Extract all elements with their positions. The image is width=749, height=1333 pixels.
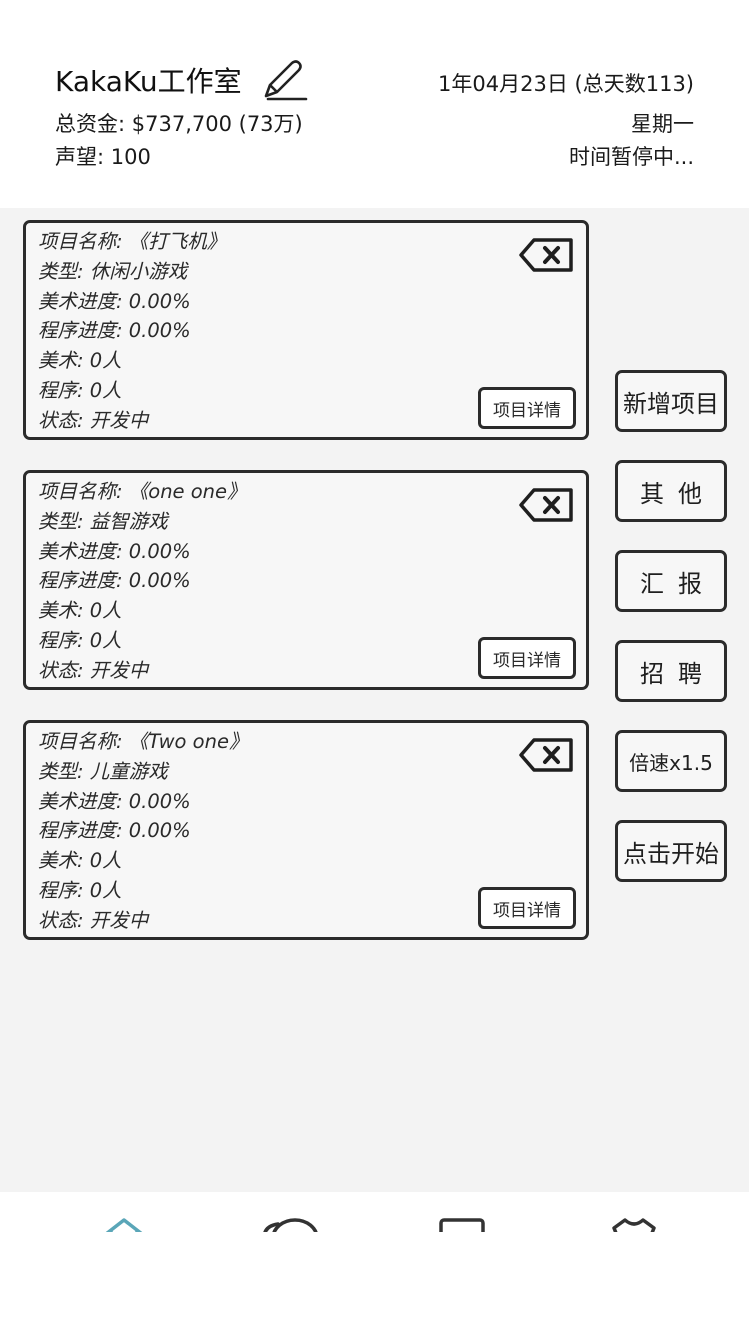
new-project-button[interactable]: 新增项目: [615, 370, 727, 432]
home-icon: [105, 1218, 142, 1232]
project-card: 项目名称: 《one one》 类型: 益智游戏 美术进度: 0.00% 程序进…: [23, 470, 589, 690]
project-card: 项目名称: 《打飞机》 类型: 休闲小游戏 美术进度: 0.00% 程序进度: …: [23, 220, 589, 440]
bottom-nav: [0, 1192, 749, 1333]
project-type: 类型: 儿童游戏: [38, 759, 168, 783]
programmer-count: 程序: 0人: [38, 628, 122, 652]
start-button[interactable]: 点击开始: [615, 820, 727, 882]
code-progress: 程序进度: 0.00%: [38, 819, 191, 843]
project-detail-button[interactable]: 项目详情: [478, 637, 576, 679]
artist-count: 美术: 0人: [38, 599, 122, 623]
time-status: 时间暂停中...: [568, 145, 694, 169]
art-progress: 美术进度: 0.00%: [38, 539, 191, 563]
backspace-delete-icon[interactable]: [518, 485, 576, 525]
report-button[interactable]: 汇报: [615, 550, 727, 612]
artist-count: 美术: 0人: [38, 849, 122, 873]
project-info: 项目名称: 《打飞机》 类型: 休闲小游戏 美术进度: 0.00% 程序进度: …: [38, 227, 226, 436]
artist-count: 美术: 0人: [38, 349, 122, 373]
studio-name: KakaKu工作室: [55, 65, 242, 98]
chat-bubble-icon: [262, 1218, 318, 1232]
nav-tab-laptop[interactable]: [368, 1192, 555, 1232]
project-name: 项目名称: 《Two one》: [38, 730, 249, 753]
shirt-icon: [611, 1218, 656, 1232]
nav-tab-shirt[interactable]: [540, 1192, 727, 1232]
project-card: 项目名称: 《Two one》 类型: 儿童游戏 美术进度: 0.00% 程序进…: [23, 720, 589, 940]
art-progress: 美术进度: 0.00%: [38, 289, 191, 313]
project-info: 项目名称: 《one one》 类型: 益智游戏 美术进度: 0.00% 程序进…: [38, 477, 247, 686]
programmer-count: 程序: 0人: [38, 878, 122, 902]
status-header: KakaKu工作室 总资金: $737,700 (73万) 声望: 100 1年…: [0, 0, 749, 208]
project-area: 项目名称: 《打飞机》 类型: 休闲小游戏 美术进度: 0.00% 程序进度: …: [0, 208, 749, 1192]
project-name: 项目名称: 《one one》: [38, 480, 247, 503]
project-name: 项目名称: 《打飞机》: [38, 230, 227, 253]
art-progress: 美术进度: 0.00%: [38, 789, 191, 813]
backspace-delete-icon[interactable]: [518, 735, 576, 775]
reputation: 声望: 100: [55, 145, 151, 169]
nav-tab-chat[interactable]: [197, 1192, 384, 1232]
recruit-button[interactable]: 招聘: [615, 640, 727, 702]
code-progress: 程序进度: 0.00%: [38, 319, 191, 343]
other-button[interactable]: 其他: [615, 460, 727, 522]
code-progress: 程序进度: 0.00%: [38, 569, 191, 593]
game-date: 1年04月23日 (总天数113): [438, 72, 694, 96]
nav-tab-home[interactable]: [30, 1192, 217, 1232]
project-info: 项目名称: 《Two one》 类型: 儿童游戏 美术进度: 0.00% 程序进…: [38, 727, 248, 936]
project-detail-button[interactable]: 项目详情: [478, 387, 576, 429]
project-detail-button[interactable]: 项目详情: [478, 887, 576, 929]
backspace-delete-icon[interactable]: [518, 235, 576, 275]
project-type: 类型: 益智游戏: [38, 509, 168, 533]
project-status: 状态: 开发中: [38, 658, 149, 682]
project-status: 状态: 开发中: [38, 408, 149, 432]
studio-title-row: KakaKu工作室: [55, 58, 308, 102]
speed-button[interactable]: 倍速x1.5: [615, 730, 727, 792]
total-funds: 总资金: $737,700 (73万): [55, 112, 303, 136]
project-type: 类型: 休闲小游戏: [38, 259, 188, 283]
project-status: 状态: 开发中: [38, 908, 149, 932]
weekday: 星期一: [631, 112, 694, 136]
laptop-icon: [438, 1218, 485, 1232]
pencil-icon[interactable]: [260, 56, 308, 104]
programmer-count: 程序: 0人: [38, 378, 122, 402]
